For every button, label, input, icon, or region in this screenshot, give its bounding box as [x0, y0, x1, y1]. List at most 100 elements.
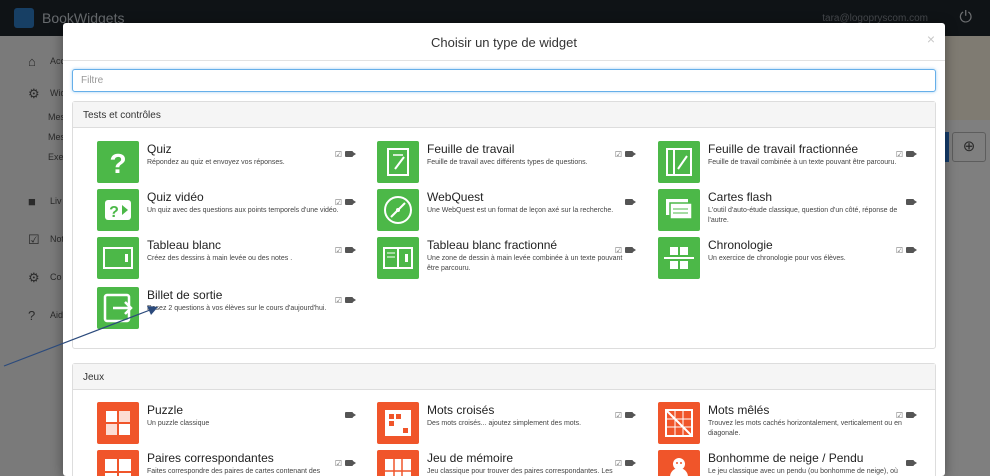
widget-paires-correspondantes[interactable]: Paires correspondantes Faites correspondr… [97, 450, 367, 476]
widget-feuille-de-travail[interactable]: Feuille de travail Feuille de travail ave… [377, 141, 647, 189]
video-quiz-icon: ? [97, 189, 139, 231]
grading-check-icon: ☑ [614, 246, 622, 255]
widget-mots-mêlés[interactable]: Mots mêlés Trouvez les mots cachés horizo… [658, 402, 928, 450]
widget-description: Répondez au quiz et envoyez vos réponses… [147, 159, 285, 166]
modal-title: Choisir un type de widget [431, 35, 577, 50]
video-camera-icon [625, 199, 636, 205]
widget-badges: ☑ [614, 144, 636, 162]
widget-name: Jeu de mémoire [427, 451, 514, 465]
section-tests: Tests et contrôles ? Quiz Répondez au quiz… [72, 101, 936, 349]
widget-name: Quiz [147, 142, 172, 156]
widget-description: Faites correspondre des paires de cartes… [147, 468, 321, 475]
video-camera-icon [906, 151, 917, 157]
widget-description: Un exercice de chronologie pour vos élèv… [708, 255, 846, 262]
grading-check-icon: ☑ [895, 246, 903, 255]
widget-badges: ☑ [614, 453, 636, 471]
worksheet-icon [377, 141, 419, 183]
widget-badges: ☑ [614, 405, 636, 423]
video-camera-icon [345, 199, 356, 205]
video-camera-icon [625, 460, 636, 466]
widget-chronologie[interactable]: Chronologie Un exercice de chronologie po… [658, 237, 928, 285]
widget-name: Bonhomme de neige / Pendu [708, 451, 864, 465]
split-whiteboard-icon [377, 237, 419, 279]
grading-check-icon: ☑ [334, 150, 342, 159]
widget-jeu-de-mémoire[interactable]: Jeu de mémoire Jeu classique pour trouver… [377, 450, 647, 476]
widget-badges: ☑ [335, 240, 356, 258]
crossword-icon [377, 402, 419, 444]
widget-name: Mots croisés [427, 403, 495, 417]
widget-mots-croisés[interactable]: Mots croisés Des mots croisés... ajoutez … [377, 402, 647, 450]
grading-check-icon: ☑ [614, 150, 622, 159]
widget-quiz-vidéo[interactable]: ? Quiz vidéo Un quiz avec des questions au… [97, 189, 367, 237]
widget-description: Un quiz avec des questions aux points te… [147, 207, 339, 214]
widget-badges [622, 192, 636, 210]
exit-ticket-icon [97, 287, 139, 329]
widget-cartes-flash[interactable]: Cartes flash L'outil d'auto-étude classiq… [658, 189, 928, 237]
widget-name: Paires correspondantes [147, 451, 274, 465]
widget-quiz[interactable]: ? Quiz Répondez au quiz et envoyez vos rép… [97, 141, 367, 189]
widget-badges: ☑ [895, 405, 917, 423]
video-camera-icon [625, 247, 636, 253]
widget-description: Une zone de dessin à main levée combinée… [427, 255, 623, 272]
memory-icon [377, 450, 419, 476]
widget-badges: ☑ [896, 144, 917, 162]
widget-bonhomme-de-neige-pendu[interactable]: Bonhomme de neige / Pendu Le jeu classiqu… [658, 450, 928, 476]
svg-text:?: ? [109, 204, 119, 221]
widget-tableau-blanc-fractionné[interactable]: Tableau blanc fractionné Une zone de dess… [377, 237, 647, 285]
split-worksheet-icon [658, 141, 700, 183]
widget-name: Chronologie [708, 238, 773, 252]
compass-icon [377, 189, 419, 231]
widget-name: Tableau blanc [147, 238, 222, 252]
widget-badges: ☑ [334, 290, 356, 308]
widget-puzzle[interactable]: Puzzle Un puzzle classique [97, 402, 367, 450]
whiteboard-icon [97, 237, 139, 279]
video-camera-icon [906, 412, 917, 418]
section-title: Jeux [83, 372, 105, 383]
section-header: Tests et contrôles [73, 102, 935, 128]
video-camera-icon [625, 412, 636, 418]
widget-badges [342, 405, 356, 423]
video-camera-icon [345, 460, 356, 466]
widget-badges: ☑ [334, 144, 356, 162]
filter-input[interactable] [72, 69, 936, 92]
pair-matching-icon [97, 450, 139, 476]
widget-description: Le jeu classique avec un pendu (ou bonho… [708, 468, 898, 475]
video-camera-icon [906, 199, 917, 205]
widget-name: Puzzle [147, 403, 184, 417]
widget-feuille-de-travail-fractionnée[interactable]: Feuille de travail fractionnée Feuille de… [658, 141, 928, 189]
section-games: Jeux Puzzle Un puzzle classique Mots crois… [72, 363, 936, 476]
widget-description: L'outil d'auto-étude classique, question… [708, 207, 898, 224]
widget-name: Quiz vidéo [147, 190, 204, 204]
widget-type-modal: Choisir un type de widget × Tests et con… [63, 23, 945, 476]
grading-check-icon: ☑ [614, 459, 622, 468]
widget-description: Feuille de travail combinée à un texte p… [708, 159, 897, 166]
widget-description: Créez des dessins à main levée ou des no… [147, 255, 293, 262]
video-camera-icon [906, 247, 917, 253]
video-camera-icon [345, 247, 356, 253]
video-camera-icon [906, 460, 917, 466]
flashcards-icon [658, 189, 700, 231]
snowman-icon [658, 450, 700, 476]
widget-name: Billet de sortie [147, 288, 223, 302]
section-header: Jeux [73, 364, 935, 390]
widget-badges: ☑ [335, 192, 356, 210]
video-camera-icon [345, 297, 356, 303]
widget-name: Feuille de travail fractionnée [708, 142, 859, 156]
close-icon[interactable]: × [927, 31, 935, 47]
video-camera-icon [345, 151, 356, 157]
widget-badges: ☑ [895, 240, 917, 258]
widget-description: Un puzzle classique [147, 420, 210, 427]
puzzle-icon [97, 402, 139, 444]
timeline-icon [658, 237, 700, 279]
widget-name: WebQuest [427, 190, 484, 204]
video-camera-icon [625, 151, 636, 157]
widget-billet-de-sortie[interactable]: Billet de sortie Posez 2 questions à vos … [97, 287, 367, 335]
widget-description: Feuille de travail avec différents types… [427, 159, 588, 166]
widget-tableau-blanc[interactable]: Tableau blanc Créez des dessins à main le… [97, 237, 367, 285]
grading-check-icon: ☑ [334, 296, 342, 305]
widget-webquest[interactable]: WebQuest Une WebQuest est un format de le… [377, 189, 647, 237]
grading-check-icon: ☑ [614, 411, 622, 420]
svg-text:?: ? [109, 148, 126, 179]
widget-description: Jeu classique pour trouver des paires co… [427, 468, 613, 475]
grading-check-icon: ☑ [895, 411, 903, 420]
